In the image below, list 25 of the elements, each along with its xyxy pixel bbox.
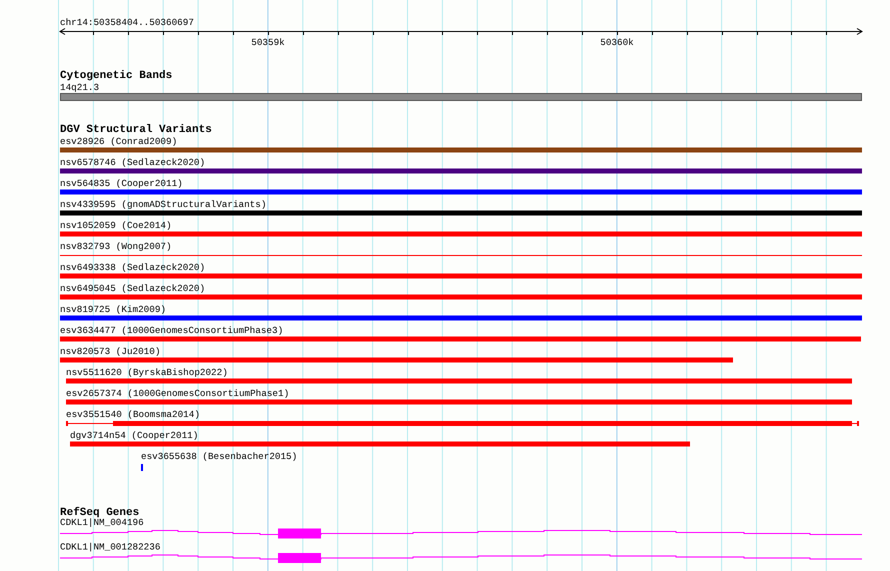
variant-label: esv3655638 (Besenbacher2015) (141, 451, 298, 462)
variant-label: nsv832793 (Wong2007) (60, 241, 172, 252)
variant-label: nsv820573 (Ju2010) (60, 346, 160, 357)
variant-label: nsv6578746 (Sedlazeck2020) (60, 157, 206, 168)
tick-label: 50359k (251, 37, 285, 48)
variant-label: nsv819725 (Kim2009) (60, 304, 166, 315)
variant-label: nsv6493338 (Sedlazeck2020) (60, 262, 206, 273)
tick-label: 50360k (600, 37, 634, 48)
variant-label: nsv1052059 (Coe2014) (60, 220, 172, 231)
variant-label: esv28926 (Conrad2009) (60, 136, 178, 147)
variant-label: esv2657374 (1000GenomesConsortiumPhase1) (66, 388, 290, 399)
variant-label: esv3551540 (Boomsma2014) (66, 409, 200, 420)
variant-label: nsv564835 (Cooper2011) (60, 178, 183, 189)
variant-label: esv3634477 (1000GenomesConsortiumPhase3) (60, 325, 284, 336)
gene-label: CDKL1|NM_001282236 (60, 542, 160, 552)
variant-label: nsv4339595 (gnomADStructuralVariants) (60, 199, 266, 210)
track-title: RefSeq Genes (60, 507, 140, 519)
track-title: DGV Structural Variants (60, 124, 212, 136)
variant-label: dgv3714n54 (Cooper2011) (70, 430, 198, 441)
gene-label: CDKL1|NM_004196 (60, 517, 144, 528)
track-title: Cytogenetic Bands (60, 70, 172, 82)
variant-label: nsv5511620 (ByrskaBishop2022) (66, 367, 228, 378)
band-label: 14q21.3 (60, 82, 100, 93)
location-label: chr14:50358404..50360697 (60, 17, 194, 28)
variant-label: nsv6495045 (Sedlazeck2020) (60, 283, 206, 294)
